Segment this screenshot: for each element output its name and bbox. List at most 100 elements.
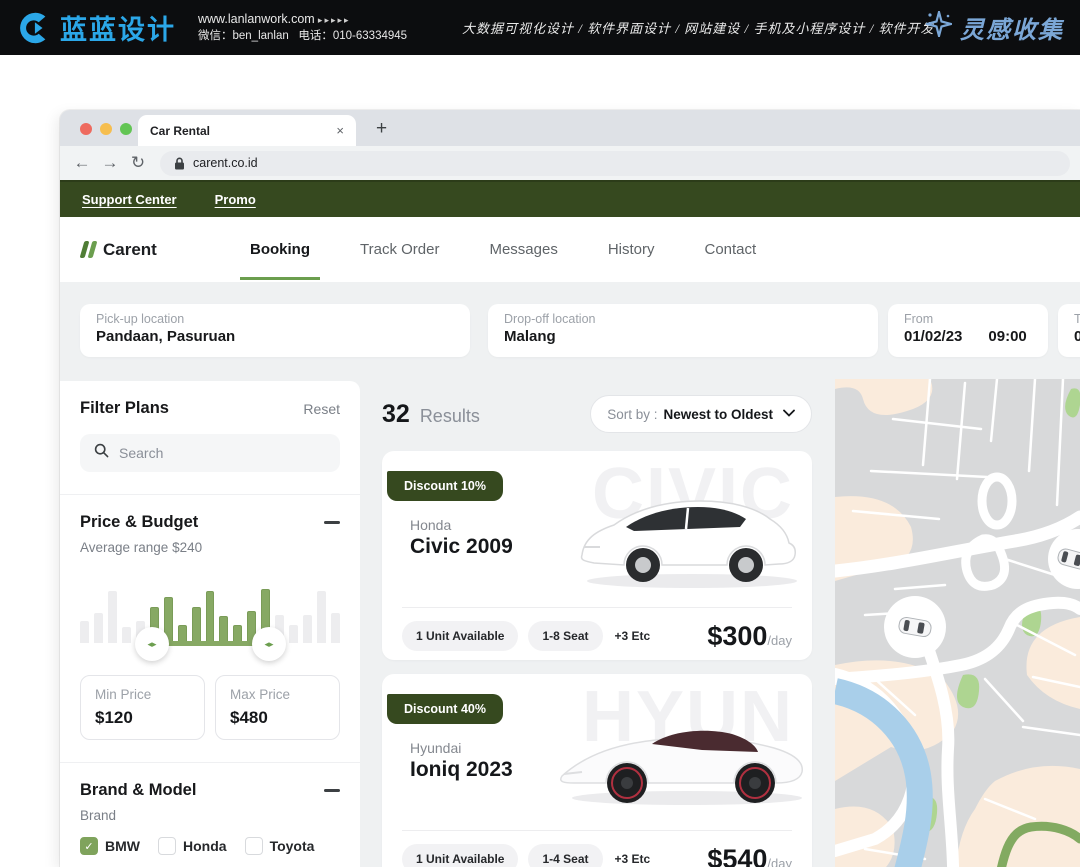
lanlan-logo: 蓝蓝设计 — [14, 8, 176, 47]
range-handle-min[interactable]: ◂▸ — [135, 627, 169, 661]
min-price-label: Min Price — [95, 687, 190, 702]
etc-text: +3 Etc — [615, 852, 651, 866]
banner-contact: www.lanlanwork.com ▸▸▸▸▸ 微信：ben_lanlan 电… — [198, 11, 407, 44]
seats-pill: 1-4 Seat — [528, 844, 602, 867]
min-price-value: $120 — [95, 708, 190, 728]
dropoff-value: Malang — [504, 328, 862, 345]
results-label: Results — [420, 406, 480, 427]
brand-checkbox-bmw[interactable]: ✓BMW — [80, 837, 140, 855]
histogram-bar — [317, 591, 326, 643]
browser-tabbar: Car Rental × + — [60, 110, 1080, 146]
filter-title: Filter Plans — [80, 399, 169, 418]
price-period: /day — [767, 856, 792, 867]
max-price-label: Max Price — [230, 687, 325, 702]
site-nav: Carent Booking Track Order Messages Hist… — [60, 217, 1080, 282]
checkbox-unchecked-icon[interactable] — [158, 837, 176, 855]
back-button[interactable]: ← — [70, 153, 94, 173]
banner-collect: 灵感收集 — [926, 0, 1064, 55]
results-number: 32 — [382, 400, 410, 429]
lock-icon — [174, 157, 185, 170]
price-budget-title: Price & Budget — [80, 513, 198, 532]
nav-item-booking[interactable]: Booking — [248, 219, 312, 280]
window-controls[interactable] — [80, 123, 132, 135]
brand-checkbox-label: Toyota — [270, 838, 315, 854]
to-datetime-field[interactable]: T 0 — [1058, 304, 1080, 357]
banner-arrows: ▸▸▸▸▸ — [318, 15, 351, 25]
nav-item-history[interactable]: History — [606, 219, 657, 280]
etc-text: +3 Etc — [615, 629, 651, 643]
forward-button[interactable]: → — [98, 153, 122, 173]
nav-item-track-order[interactable]: Track Order — [358, 219, 441, 280]
support-center-link[interactable]: Support Center — [82, 192, 177, 207]
pickup-label: Pick-up location — [96, 312, 454, 326]
map-panel[interactable] — [835, 379, 1080, 867]
car-card-ioniq[interactable]: HYUN Discount 40% — [382, 674, 812, 867]
collapse-icon[interactable] — [324, 789, 340, 792]
lanlan-logo-icon — [14, 9, 52, 47]
histogram-bar — [94, 613, 103, 643]
new-tab-button[interactable]: + — [376, 118, 387, 140]
maximize-window-button[interactable] — [120, 123, 132, 135]
car-card-civic[interactable]: CIVIC Discount 10% Honda Civic 2009 — [382, 451, 812, 660]
results-count: 32 Results — [382, 400, 480, 429]
browser-tab[interactable]: Car Rental × — [138, 115, 356, 146]
range-handle-max[interactable]: ◂▸ — [252, 627, 286, 661]
reset-button[interactable]: Reset — [303, 401, 340, 417]
close-window-button[interactable] — [80, 123, 92, 135]
min-price-field[interactable]: Min Price $120 — [80, 675, 205, 740]
car-marker-center — [884, 596, 946, 658]
histogram-bar — [219, 616, 228, 643]
discount-badge: Discount 10% — [387, 471, 503, 501]
carent-brand-name: Carent — [103, 240, 157, 260]
tab-close-icon[interactable]: × — [336, 124, 344, 137]
results-column: 32 Results Sort by : Newest to Oldest CI… — [382, 381, 812, 867]
search-placeholder: Search — [119, 445, 163, 461]
promo-link[interactable]: Promo — [215, 192, 256, 207]
nav-item-contact[interactable]: Contact — [703, 219, 759, 280]
banner-wechat: 微信：ben_lanlan — [198, 30, 289, 42]
url-bar[interactable]: carent.co.id — [160, 151, 1070, 176]
checkbox-unchecked-icon[interactable] — [245, 837, 263, 855]
chevron-down-icon — [783, 408, 795, 420]
car-model: Civic 2009 — [410, 535, 513, 559]
pickup-location-field[interactable]: Pick-up location Pandaan, Pasuruan — [80, 304, 470, 357]
brand-model-section: Brand & Model Brand ✓BMWHondaToyota — [60, 762, 360, 867]
brand-checkbox-honda[interactable]: Honda — [158, 837, 227, 855]
average-range-text: Average range $240 — [80, 540, 340, 555]
histogram-bar — [192, 607, 201, 643]
filter-header-section: Filter Plans Reset Search — [60, 381, 360, 494]
car-brand: Honda — [410, 517, 451, 533]
page-content: Pick-up location Pandaan, Pasuruan Drop-… — [60, 282, 1080, 867]
histogram-bar — [303, 615, 312, 643]
brand-checkbox-toyota[interactable]: Toyota — [245, 837, 315, 855]
reload-button[interactable]: ↻ — [126, 153, 150, 173]
carent-logo[interactable]: Carent — [82, 240, 212, 260]
histogram-bar — [108, 591, 117, 643]
search-icon — [94, 443, 109, 463]
minimize-window-button[interactable] — [100, 123, 112, 135]
nav-item-messages[interactable]: Messages — [487, 219, 559, 280]
sparkle-star-icon — [926, 11, 952, 44]
max-price-field[interactable]: Max Price $480 — [215, 675, 340, 740]
checkbox-checked-icon[interactable]: ✓ — [80, 837, 98, 855]
tab-title: Car Rental — [150, 124, 336, 138]
banner-phone: 电话：010-63334945 — [298, 30, 407, 42]
filter-sidebar: Filter Plans Reset Search Price & Budget — [60, 381, 360, 867]
price-budget-section: Price & Budget Average range $240 ◂▸ ◂▸ … — [60, 494, 360, 762]
price-value: $540 — [707, 844, 767, 867]
from-label: From — [904, 312, 1032, 326]
from-date: 01/02/23 — [904, 328, 962, 345]
price-period: /day — [767, 633, 792, 648]
price-value: $300 — [707, 621, 767, 652]
histogram-bar — [331, 613, 340, 643]
banner-services: 大数据可视化设计 / 软件界面设计 / 网站建设 / 手机及小程序设计 / 软件… — [462, 0, 934, 55]
dropoff-label: Drop-off location — [504, 312, 862, 326]
collapse-icon[interactable] — [324, 521, 340, 524]
car-brand: Hyundai — [410, 740, 461, 756]
browser-toolbar: ← → ↻ carent.co.id — [60, 146, 1080, 180]
sort-dropdown[interactable]: Sort by : Newest to Oldest — [590, 395, 812, 433]
dropoff-location-field[interactable]: Drop-off location Malang — [488, 304, 878, 357]
from-datetime-field[interactable]: From 01/02/23 09:00 — [888, 304, 1048, 357]
brand-group-label: Brand — [80, 808, 340, 823]
filter-search-input[interactable]: Search — [80, 434, 340, 472]
